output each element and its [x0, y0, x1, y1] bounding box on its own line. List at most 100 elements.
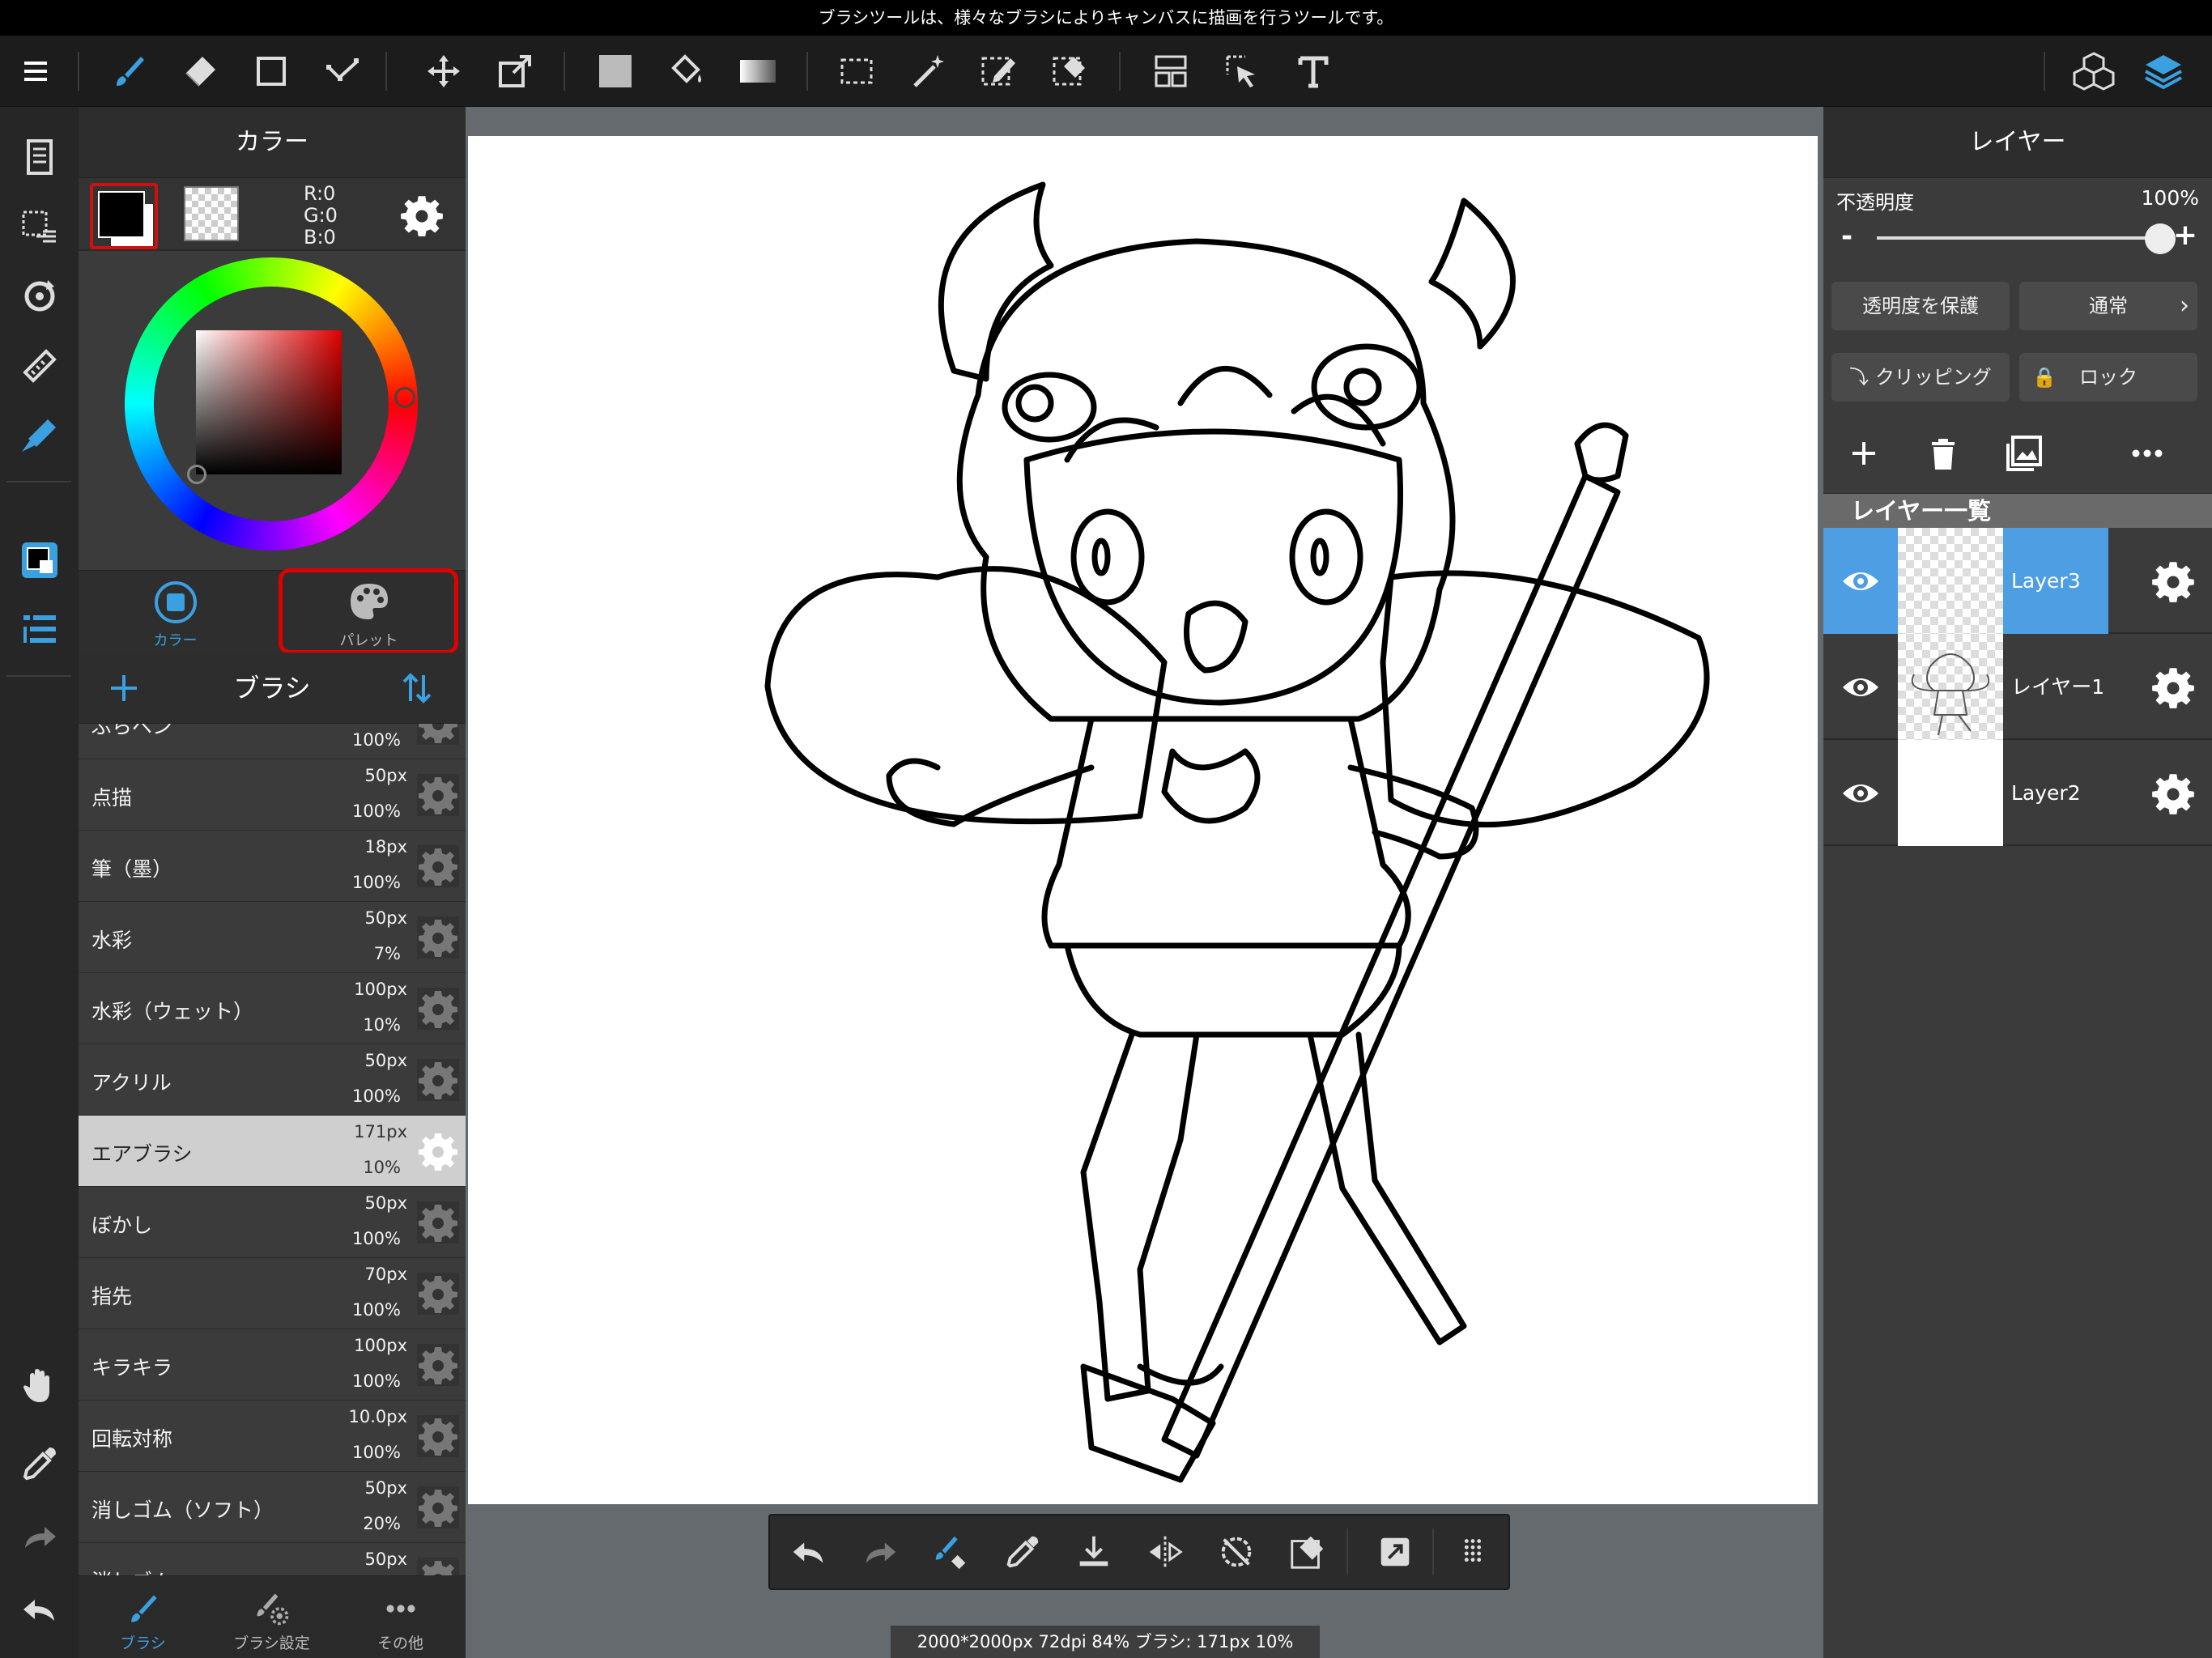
brush-gear-icon[interactable] — [417, 1201, 459, 1244]
sv-handle[interactable] — [187, 465, 206, 484]
brush-row[interactable]: アクリル 50px 100% — [79, 1044, 466, 1116]
quick-undo-icon[interactable] — [773, 1516, 844, 1588]
brush-gear-icon[interactable] — [417, 845, 459, 887]
layer-image-icon[interactable] — [2000, 429, 2048, 478]
background-color-swatch[interactable] — [184, 186, 239, 241]
layer-settings-gear-icon[interactable] — [2150, 559, 2196, 604]
brush-row[interactable]: エアブラシ 171px 10% — [79, 1116, 466, 1187]
brush-gear-icon[interactable] — [417, 916, 459, 959]
opacity-slider[interactable] — [1877, 236, 2160, 240]
brush-icon[interactable] — [97, 36, 162, 107]
redo-icon[interactable] — [0, 1504, 79, 1569]
add-layer-icon[interactable] — [1840, 429, 1888, 478]
brush-row[interactable]: 指先 70px 100% — [79, 1258, 466, 1329]
brush-row[interactable]: 回転対称 10.0px 100% — [79, 1401, 466, 1472]
material-icon[interactable] — [2061, 36, 2126, 107]
select-rect-icon[interactable] — [824, 36, 889, 107]
eyedropper-icon[interactable] — [0, 1431, 79, 1496]
brush-row[interactable]: 消しゴム（ソフト） 50px 20% — [79, 1472, 466, 1543]
clipping-button[interactable]: ⤵ クリッピング — [1831, 353, 2010, 402]
brush-gear-icon[interactable] — [417, 1273, 459, 1315]
selection-list-icon[interactable] — [0, 194, 79, 259]
brush-gear-icon[interactable] — [417, 1415, 459, 1457]
brush-row[interactable]: キラキラ 100px 100% — [79, 1329, 466, 1401]
brush-gear-icon[interactable] — [417, 1130, 459, 1172]
tab-color[interactable]: カラー — [79, 571, 272, 653]
brush-row[interactable]: 消しゴム 50px — [79, 1543, 466, 1575]
select-eraser-icon[interactable] — [1038, 36, 1103, 107]
eraser-icon[interactable] — [167, 36, 232, 107]
brush-row[interactable]: 筆（墨） 18px 100% — [79, 831, 466, 902]
panel-list-icon[interactable] — [0, 597, 79, 662]
layer-more-icon[interactable] — [2123, 429, 2172, 478]
color-swatch-icon[interactable] — [0, 528, 79, 593]
quick-rotate-reset-icon[interactable] — [1201, 1516, 1272, 1588]
fill-color-icon[interactable] — [583, 36, 648, 107]
hue-handle[interactable] — [394, 387, 415, 408]
layer-visibility-eye-icon[interactable] — [1823, 528, 1898, 634]
snap-pen-icon[interactable] — [0, 403, 79, 468]
layer-visibility-eye-icon[interactable] — [1823, 634, 1898, 740]
opacity-plus-button[interactable]: + — [2173, 219, 2197, 252]
bucket-icon[interactable] — [654, 36, 719, 107]
drawing-canvas[interactable] — [468, 136, 1818, 1504]
brush-gear-icon[interactable] — [417, 1558, 459, 1575]
brush-row[interactable]: ぼかし 50px 100% — [79, 1187, 466, 1258]
brush-row[interactable]: 水彩 50px 7% — [79, 902, 466, 973]
menu-icon[interactable] — [3, 36, 68, 107]
sort-brush-icon[interactable] — [396, 667, 438, 709]
tab-brush-settings[interactable]: ブラシ設定 — [207, 1576, 336, 1658]
quick-clear-icon[interactable] — [1272, 1516, 1343, 1588]
select-pen-icon[interactable] — [967, 36, 1032, 107]
opacity-minus-button[interactable]: - — [1841, 220, 1853, 253]
tab-brush[interactable]: ブラシ — [79, 1576, 207, 1658]
layer-settings-gear-icon[interactable] — [2150, 665, 2196, 710]
quick-export-icon[interactable] — [1359, 1516, 1431, 1588]
undo-icon[interactable] — [0, 1577, 79, 1642]
lock-button[interactable]: 🔒 ロック — [2019, 353, 2197, 402]
layer-row[interactable]: Layer3 — [1823, 528, 2212, 634]
brush-gear-icon[interactable] — [417, 1059, 459, 1101]
protect-alpha-button[interactable]: 透明度を保護 — [1831, 282, 2010, 330]
foreground-color-swatch[interactable] — [90, 183, 158, 249]
brush-gear-icon[interactable] — [417, 1344, 459, 1386]
layer-row[interactable]: Layer2 — [1823, 740, 2212, 846]
hand-icon[interactable] — [0, 1354, 79, 1418]
quick-flip-icon[interactable] — [1129, 1516, 1201, 1588]
brush-gear-icon[interactable] — [417, 1486, 459, 1528]
brush-gear-icon[interactable] — [417, 988, 459, 1030]
magic-wand-icon[interactable] — [895, 36, 960, 107]
brush-gear-icon[interactable] — [417, 724, 459, 745]
layer-settings-gear-icon[interactable] — [2150, 771, 2196, 816]
layer-icon[interactable] — [2131, 36, 2196, 107]
ruler-icon[interactable] — [0, 334, 79, 398]
brush-row[interactable]: ぶらペン 100% — [79, 724, 466, 759]
quick-grid-icon[interactable] — [1437, 1516, 1508, 1588]
add-brush-icon[interactable] — [103, 667, 145, 709]
quick-brush-eraser-icon[interactable] — [916, 1516, 987, 1588]
brush-row[interactable]: 水彩（ウェット） 100px 10% — [79, 973, 466, 1044]
quick-redo-icon[interactable] — [844, 1516, 916, 1588]
color-wheel[interactable] — [125, 257, 418, 551]
pages-icon[interactable] — [0, 125, 79, 189]
tab-other[interactable]: その他 — [336, 1576, 465, 1658]
pen-node-icon[interactable] — [310, 36, 375, 107]
color-settings-gear-icon[interactable] — [399, 193, 445, 238]
layer-row[interactable]: レイヤー1 — [1823, 634, 2212, 740]
layout-icon[interactable] — [1138, 36, 1203, 107]
text-icon[interactable] — [1281, 36, 1346, 107]
layer-visibility-eye-icon[interactable] — [1823, 740, 1898, 846]
transform-icon[interactable] — [483, 36, 547, 107]
gradient-icon[interactable] — [725, 36, 790, 107]
move-icon[interactable] — [411, 36, 476, 107]
blend-mode-button[interactable]: 通常 › — [2019, 282, 2197, 330]
brush-row[interactable]: 点描 50px 100% — [79, 759, 466, 831]
saturation-value-square[interactable] — [196, 330, 342, 474]
select-move-icon[interactable] — [1210, 36, 1274, 107]
rotate-icon[interactable] — [0, 264, 79, 329]
quick-save-icon[interactable] — [1058, 1516, 1129, 1588]
brush-gear-icon[interactable] — [417, 774, 459, 816]
opacity-slider-knob[interactable] — [2145, 223, 2176, 254]
delete-layer-icon[interactable] — [1919, 429, 1967, 478]
quick-eyedropper-icon[interactable] — [987, 1516, 1058, 1588]
